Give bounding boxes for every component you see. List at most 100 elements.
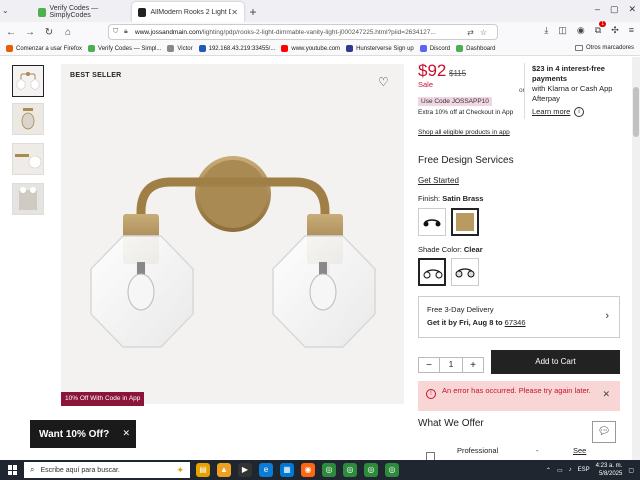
sparkle-icon: ✦ xyxy=(176,464,184,475)
bookmark-item[interactable]: Hunsterverse Sign up xyxy=(346,45,414,52)
discord-icon xyxy=(419,45,427,52)
back-icon[interactable]: ← xyxy=(3,24,19,40)
file-explorer-icon[interactable]: ▤ xyxy=(196,463,210,477)
tab-allmodern[interactable]: AllModern Rooks 2 Light Dimm ✕ xyxy=(132,2,244,22)
bookmark-label: Victor xyxy=(177,45,193,52)
translate-and-bookmark-icons[interactable]: ⇄☆ xyxy=(467,28,493,37)
tray-chevron-icon[interactable]: ⌃ xyxy=(546,467,551,474)
forward-icon[interactable]: → xyxy=(22,24,38,40)
account-icon[interactable]: ◉ xyxy=(577,25,585,36)
clock[interactable]: 4:23 a. m. 5/8/2025 xyxy=(596,462,623,478)
favorite-heart-icon[interactable]: ♡ xyxy=(378,75,392,89)
black-fixture-icon xyxy=(423,219,441,227)
extensions-icon[interactable]: ⧉ 1 xyxy=(595,21,607,36)
puzzle-icon[interactable]: ✣ xyxy=(611,25,619,36)
info-icon[interactable]: i xyxy=(574,107,584,117)
quantity-value[interactable]: 1 xyxy=(439,358,463,372)
bookmark-item[interactable]: Verify Codes — Simpl... xyxy=(88,45,161,52)
url-bar[interactable]: ⛉ 🔒︎ www.jossandmain.com/lighting/pdp/ro… xyxy=(108,24,498,40)
shade-swatch-clear[interactable] xyxy=(418,258,446,286)
chrome-icon-2[interactable]: ◎ xyxy=(343,463,357,477)
bookmark-item[interactable]: Discord xyxy=(419,45,451,52)
downloads-icon[interactable]: ⤓ xyxy=(544,25,548,36)
firefox-icon xyxy=(6,45,13,52)
new-tab-button[interactable]: + xyxy=(244,2,262,22)
want-10-off-banner[interactable]: Want 10% Off? ✕ xyxy=(30,420,136,448)
notifications-icon[interactable]: ▢ xyxy=(628,467,634,474)
home-icon[interactable]: ⌂ xyxy=(60,24,76,40)
hunsterverse-icon xyxy=(346,45,354,52)
chat-button[interactable]: 💬︎ xyxy=(592,421,616,443)
navigation-bar: ← → ↻ ⌂ ⛉ 🔒︎ www.jossandmain.com/lightin… xyxy=(0,21,640,42)
clock-time: 4:23 a. m. xyxy=(595,463,623,469)
close-banner-icon[interactable]: ✕ xyxy=(122,428,130,439)
language-indicator[interactable]: ESP xyxy=(578,467,590,473)
windows-start-icon[interactable] xyxy=(8,465,18,475)
pocket-icon[interactable]: ◫ xyxy=(558,25,567,36)
finish-swatch-satin-brass[interactable] xyxy=(451,208,479,236)
professional-see-link[interactable]: See xyxy=(573,446,586,455)
windows-taskbar: ⌕ Escribe aquí para buscar. ✦ ▤ ▲ ▶ e ▦ … xyxy=(0,460,640,480)
chrome-icon-3[interactable]: ◎ xyxy=(364,463,378,477)
chrome-icon-1[interactable]: ◎ xyxy=(322,463,336,477)
chrome-icon-4[interactable]: ◎ xyxy=(385,463,399,477)
firefox-taskbar-icon[interactable]: ◉ xyxy=(301,463,315,477)
finish-label: Finish: Satin Brass xyxy=(418,194,483,203)
error-alert: ! An error has occurred. Please try agai… xyxy=(418,381,620,411)
reload-icon[interactable]: ↻ xyxy=(41,24,57,40)
url-text[interactable]: www.jossandmain.com/lighting/pdp/rooks-2… xyxy=(135,29,465,36)
zip-code-link[interactable]: 67346 xyxy=(505,318,526,327)
bookmark-item[interactable]: 192.168.43.219:33455/... xyxy=(198,45,275,52)
thumbnail-1[interactable] xyxy=(12,65,44,97)
quantity-stepper[interactable]: − 1 + xyxy=(418,357,484,373)
finish-swatch-black[interactable] xyxy=(418,208,446,236)
shield-icon[interactable]: ⛉ xyxy=(113,28,121,36)
decrease-quantity-button[interactable]: − xyxy=(419,360,439,371)
simplycodes-favicon-icon xyxy=(38,7,46,17)
menu-icon[interactable]: ≡ xyxy=(629,25,634,36)
simplycodes-icon xyxy=(88,45,96,52)
toolbar-icons: ⤓ ◫ ◉ ⧉ 1 ✣ ≡ xyxy=(544,21,634,36)
bookmark-item[interactable]: Dashboard xyxy=(456,45,495,52)
close-window-icon[interactable]: ✕ xyxy=(628,4,636,15)
learn-more-link[interactable]: Learn more xyxy=(532,107,570,116)
network-tray-icon[interactable]: ▭ xyxy=(557,467,563,474)
scrollbar-thumb[interactable] xyxy=(633,87,639,137)
store-icon[interactable]: ▦ xyxy=(280,463,294,477)
folder-icon xyxy=(574,45,583,51)
professional-checkbox[interactable] xyxy=(426,452,435,460)
bookmark-item[interactable]: Comenzar a usar Firefox xyxy=(6,45,82,52)
thumbnail-4[interactable] xyxy=(12,183,44,215)
tab-list-chevron-icon[interactable]: ⌄ xyxy=(2,6,9,15)
close-tab-icon[interactable]: ✕ xyxy=(231,8,238,17)
page-scrollbar[interactable] xyxy=(632,57,640,460)
product-main-image[interactable] xyxy=(61,64,404,404)
media-player-icon[interactable]: ▶ xyxy=(238,463,252,477)
delivery-box[interactable]: Free 3-Day Delivery Get it by Fri, Aug 8… xyxy=(418,296,620,338)
thumbnail-3[interactable] xyxy=(12,143,44,175)
bookmark-item[interactable]: Victor xyxy=(167,45,193,52)
tab-simplycodes[interactable]: Verify Codes — SimplyCodes xyxy=(32,2,132,22)
shade-swatch-alt[interactable] xyxy=(451,258,479,286)
lock-icon[interactable]: 🔒︎ xyxy=(124,28,132,36)
thumbnail-2[interactable] xyxy=(12,103,44,135)
maximize-icon[interactable]: ▢ xyxy=(610,4,619,15)
bookmark-label: Discord xyxy=(429,45,451,52)
bookmark-item[interactable]: www.youtube.com xyxy=(281,45,340,52)
minimize-icon[interactable]: – xyxy=(595,4,600,15)
volume-icon[interactable]: ♪ xyxy=(569,467,572,473)
other-bookmarks[interactable]: Otros marcadores xyxy=(574,45,634,51)
product-page: BEST SELLER ♡ 10% Off With Code in App W… xyxy=(0,57,640,460)
chevron-right-icon[interactable]: › xyxy=(605,310,609,322)
vlc-icon[interactable]: ▲ xyxy=(217,463,231,477)
search-icon: ⌕ xyxy=(30,465,35,474)
increase-quantity-button[interactable]: + xyxy=(463,360,483,371)
other-bookmarks-label: Otros marcadores xyxy=(585,45,634,51)
close-error-icon[interactable]: ✕ xyxy=(602,389,610,400)
taskbar-search[interactable]: ⌕ Escribe aquí para buscar. ✦ xyxy=(24,462,190,478)
vanity-light-image xyxy=(61,64,404,404)
edge-icon[interactable]: e xyxy=(259,463,273,477)
shop-all-link[interactable]: Shop all eligible products in app xyxy=(418,128,510,137)
get-started-link[interactable]: Get Started xyxy=(418,176,459,185)
add-to-cart-button[interactable]: Add to Cart xyxy=(491,350,620,374)
